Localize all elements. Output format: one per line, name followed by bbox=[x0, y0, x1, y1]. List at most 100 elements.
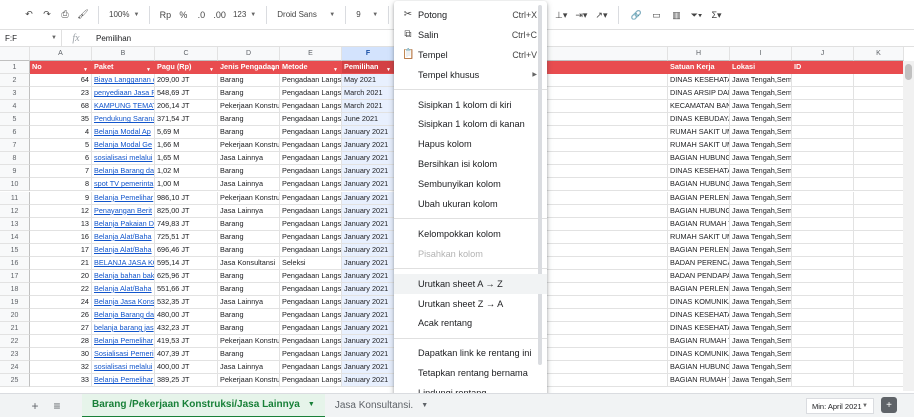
table-cell[interactable]: Pekerjaan Konstru bbox=[218, 139, 280, 153]
table-cell[interactable] bbox=[854, 191, 904, 205]
column-header-a[interactable]: A bbox=[30, 47, 92, 61]
row-number[interactable]: 9 bbox=[0, 165, 30, 179]
table-cell[interactable]: Jawa Tengah,Semarang (Kota) bbox=[730, 152, 792, 166]
print-icon[interactable]: ⎙ bbox=[56, 4, 74, 26]
header-cell[interactable]: Metode ▼ bbox=[280, 61, 342, 74]
table-cell[interactable]: BAGIAN HUBUNGA bbox=[668, 178, 730, 192]
table-cell[interactable]: Barang bbox=[218, 217, 280, 231]
table-cell[interactable]: Barang bbox=[218, 126, 280, 140]
table-cell[interactable]: 625,96 JT bbox=[155, 269, 218, 283]
table-cell[interactable]: 1,66 M bbox=[155, 139, 218, 153]
table-cell[interactable]: Jasa Lainnya bbox=[218, 178, 280, 192]
table-cell[interactable] bbox=[792, 204, 854, 218]
table-cell[interactable]: January 2021 bbox=[342, 243, 395, 257]
table-cell[interactable] bbox=[854, 256, 904, 270]
table-cell[interactable]: Jawa Tengah,Semarang (Kota) bbox=[730, 113, 792, 127]
name-box[interactable]: F:F ▼ bbox=[0, 29, 62, 47]
table-cell[interactable] bbox=[854, 87, 904, 101]
table-cell[interactable]: Jasa Lainnya bbox=[218, 361, 280, 375]
table-cell[interactable]: penyediaan Jasa P bbox=[92, 87, 155, 101]
table-cell[interactable]: BAGIAN RUMAH T bbox=[668, 217, 730, 231]
table-cell[interactable] bbox=[854, 335, 904, 349]
column-header-c[interactable]: C bbox=[155, 47, 218, 61]
table-cell[interactable]: BAGIAN PERLENGK bbox=[668, 282, 730, 296]
table-cell[interactable] bbox=[854, 126, 904, 140]
menu-item-get-link[interactable]: Dapatkan link ke rentang ini bbox=[394, 343, 547, 363]
menu-item-paste-special[interactable]: Tempel khusus ▶ bbox=[394, 65, 547, 85]
table-cell[interactable]: March 2021 bbox=[342, 87, 395, 101]
table-cell[interactable] bbox=[792, 243, 854, 257]
header-cell[interactable]: Pagu (Rp) ▼ bbox=[155, 61, 218, 74]
table-cell[interactable]: Pengadaan Langsu bbox=[280, 178, 342, 192]
table-cell[interactable]: Seleksi bbox=[280, 256, 342, 270]
table-cell[interactable]: June 2021 bbox=[342, 113, 395, 127]
table-cell[interactable] bbox=[854, 165, 904, 179]
row-number[interactable]: 17 bbox=[0, 269, 30, 283]
table-cell[interactable]: 16 bbox=[30, 230, 92, 244]
table-cell[interactable]: Jawa Tengah,Semarang (Kota) bbox=[730, 243, 792, 257]
table-cell[interactable]: Jawa Tengah,Semarang (Kota) bbox=[730, 295, 792, 309]
column-header-f[interactable]: F bbox=[342, 47, 395, 61]
table-cell[interactable]: 8 bbox=[30, 178, 92, 192]
table-cell[interactable] bbox=[792, 178, 854, 192]
table-cell[interactable]: Belanja Pemelihar bbox=[92, 191, 155, 205]
table-cell[interactable]: Pengadaan Langsu bbox=[280, 374, 342, 388]
table-cell[interactable]: Belanja Pakaian D bbox=[92, 217, 155, 231]
row-number[interactable]: 19 bbox=[0, 295, 30, 309]
increase-decimal-button[interactable]: .00 bbox=[210, 4, 229, 26]
table-cell[interactable]: BAGIAN RUMAH T bbox=[668, 335, 730, 349]
table-cell[interactable]: Pengadaan Langsu bbox=[280, 139, 342, 153]
table-cell[interactable]: Pengadaan Langsu bbox=[280, 217, 342, 231]
filter-dropdown-icon[interactable]: ▼ bbox=[146, 64, 151, 73]
table-cell[interactable]: Pekerjaan Konstru bbox=[218, 374, 280, 388]
table-cell[interactable] bbox=[792, 361, 854, 375]
table-cell[interactable]: 5 bbox=[30, 139, 92, 153]
table-cell[interactable] bbox=[854, 361, 904, 375]
table-cell[interactable]: Jawa Tengah,Semarang (Kota) bbox=[730, 322, 792, 335]
table-cell[interactable]: Jawa Tengah,Semarang (Kota) bbox=[730, 178, 792, 192]
header-cell[interactable]: Lokasi bbox=[730, 61, 792, 74]
table-cell[interactable]: KECAMATAN BANY bbox=[668, 100, 730, 114]
row-number[interactable]: 20 bbox=[0, 308, 30, 322]
table-cell[interactable]: BELANJA JASA KON bbox=[92, 256, 155, 270]
table-cell[interactable]: 400,00 JT bbox=[155, 361, 218, 375]
table-cell[interactable]: Jawa Tengah,Semarang (Kota) bbox=[730, 256, 792, 270]
table-cell[interactable] bbox=[792, 308, 854, 322]
table-cell[interactable]: 12 bbox=[30, 204, 92, 218]
table-cell[interactable]: DINAS KOMUNIKA bbox=[668, 348, 730, 362]
table-cell[interactable]: Jasa Lainnya bbox=[218, 295, 280, 309]
table-cell[interactable] bbox=[792, 335, 854, 349]
row-number[interactable]: 4 bbox=[0, 100, 30, 114]
table-cell[interactable] bbox=[854, 113, 904, 127]
table-cell[interactable]: Jawa Tengah,Semarang (Kota) bbox=[730, 74, 792, 88]
table-cell[interactable]: BAGIAN HUBUNGA bbox=[668, 152, 730, 166]
table-cell[interactable]: March 2021 bbox=[342, 100, 395, 114]
table-cell[interactable] bbox=[792, 348, 854, 362]
table-cell[interactable]: Pengadaan Langsu bbox=[280, 126, 342, 140]
menu-item-paste[interactable]: 📋 Tempel Ctrl+V bbox=[394, 45, 547, 65]
table-cell[interactable]: Belanja Barang da bbox=[92, 308, 155, 322]
table-cell[interactable]: Barang bbox=[218, 113, 280, 127]
table-cell[interactable] bbox=[854, 139, 904, 153]
table-cell[interactable] bbox=[854, 308, 904, 322]
table-cell[interactable]: 13 bbox=[30, 217, 92, 231]
table-cell[interactable]: Pengadaan Langsu bbox=[280, 348, 342, 362]
row-number[interactable]: 16 bbox=[0, 256, 30, 270]
table-cell[interactable]: 825,00 JT bbox=[155, 204, 218, 218]
table-cell[interactable]: Jawa Tengah,Semarang (Kota) bbox=[730, 230, 792, 244]
font-select[interactable]: Droid Sans ▼ bbox=[273, 10, 339, 19]
table-cell[interactable]: January 2021 bbox=[342, 374, 395, 388]
table-cell[interactable] bbox=[854, 269, 904, 283]
table-cell[interactable] bbox=[792, 230, 854, 244]
table-cell[interactable]: 1,00 M bbox=[155, 178, 218, 192]
table-cell[interactable]: Belanja Jasa Kons bbox=[92, 295, 155, 309]
table-cell[interactable]: DINAS KEBUDAYA bbox=[668, 113, 730, 127]
table-cell[interactable]: January 2021 bbox=[342, 308, 395, 322]
table-cell[interactable]: May 2021 bbox=[342, 74, 395, 88]
table-cell[interactable]: 209,00 JT bbox=[155, 74, 218, 88]
table-cell[interactable]: sosialisasi melalui bbox=[92, 152, 155, 166]
table-cell[interactable] bbox=[854, 230, 904, 244]
table-cell[interactable]: January 2021 bbox=[342, 322, 395, 335]
table-cell[interactable]: January 2021 bbox=[342, 335, 395, 349]
table-cell[interactable] bbox=[854, 348, 904, 362]
